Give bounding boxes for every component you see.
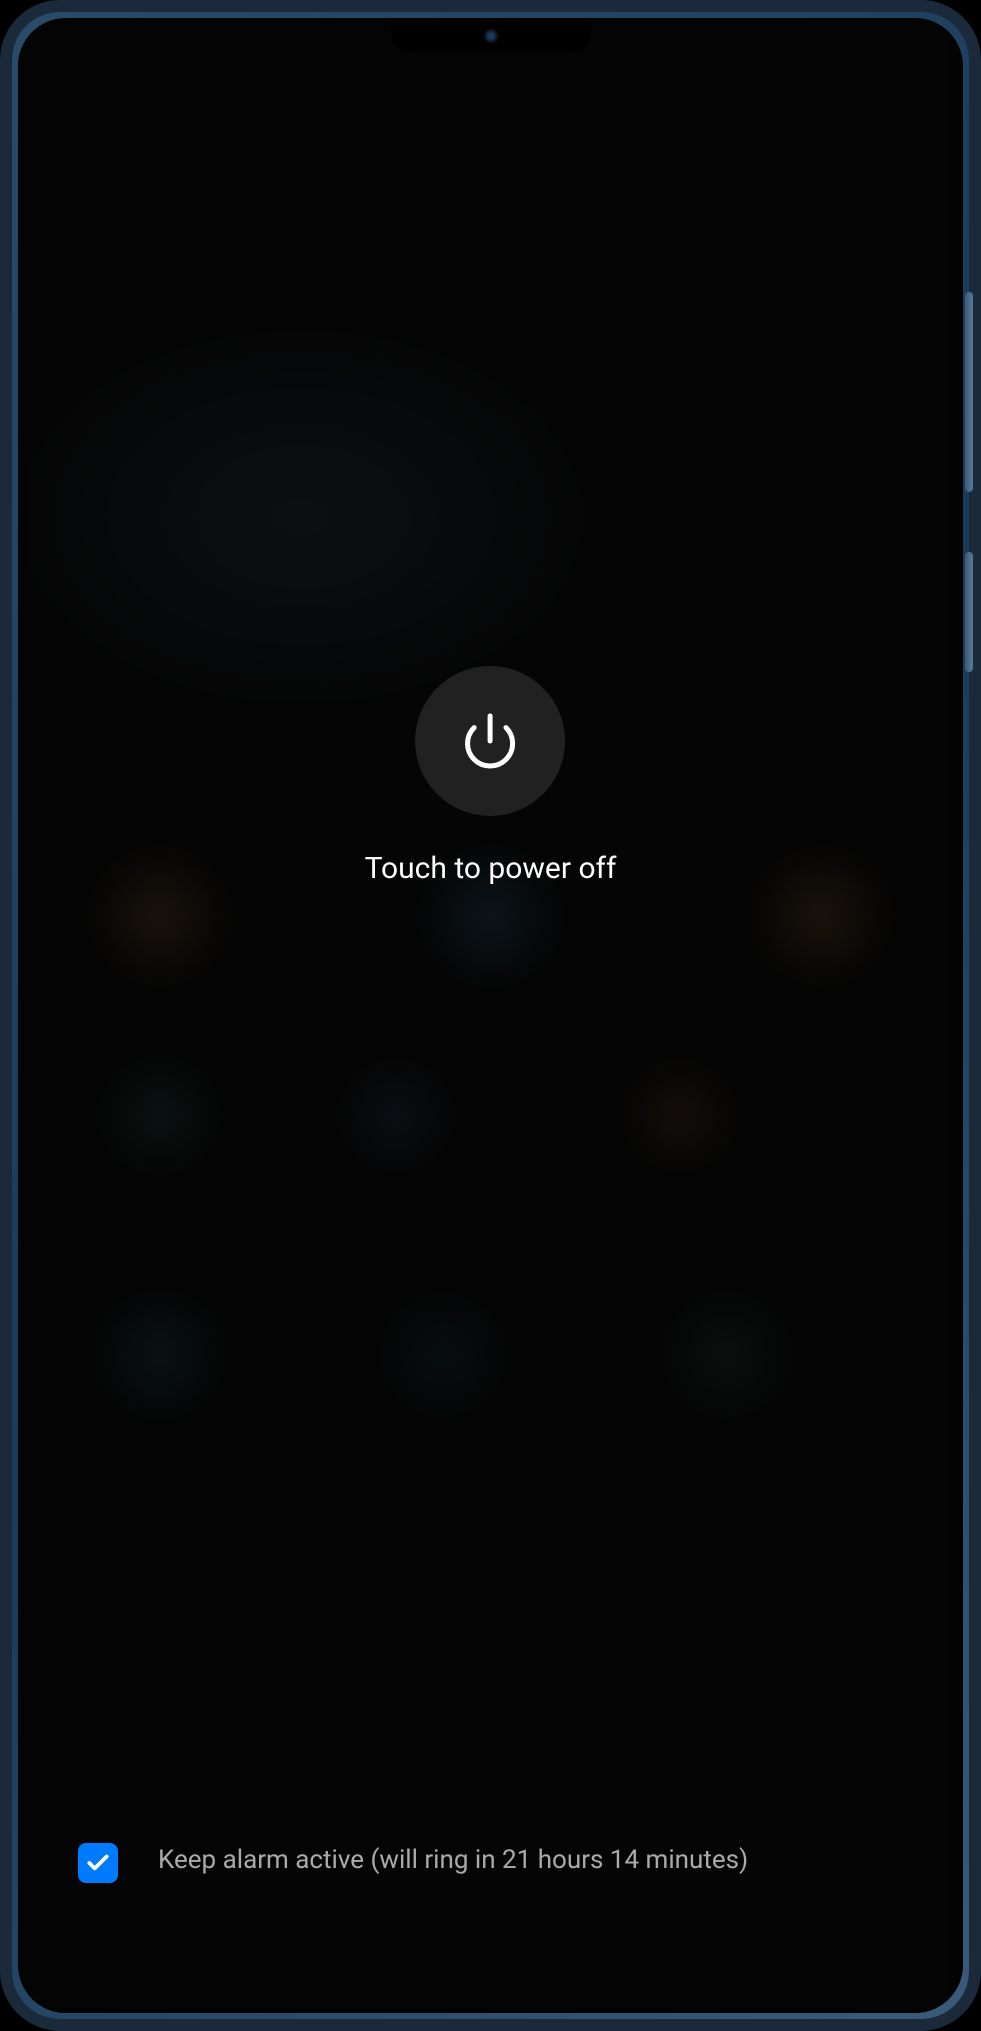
volume-button-physical: [965, 552, 973, 672]
notch: [391, 18, 591, 53]
power-off-container: Touch to power off: [365, 666, 617, 886]
dark-overlay[interactable]: [18, 18, 963, 2013]
checkmark-icon: [85, 1850, 111, 1876]
power-button-physical: [965, 292, 973, 492]
screen: Touch to power off Keep alarm active (wi…: [18, 18, 963, 2013]
keep-alarm-checkbox[interactable]: [78, 1843, 118, 1883]
phone-frame: Touch to power off Keep alarm active (wi…: [0, 0, 981, 2031]
keep-alarm-option[interactable]: Keep alarm active (will ring in 21 hours…: [78, 1843, 903, 1883]
keep-alarm-label: Keep alarm active (will ring in 21 hours…: [158, 1843, 903, 1878]
power-off-button[interactable]: [415, 666, 565, 816]
front-camera: [483, 28, 499, 44]
phone-body: Touch to power off Keep alarm active (wi…: [18, 18, 963, 2013]
power-icon: [460, 711, 520, 771]
power-off-label: Touch to power off: [365, 851, 617, 886]
